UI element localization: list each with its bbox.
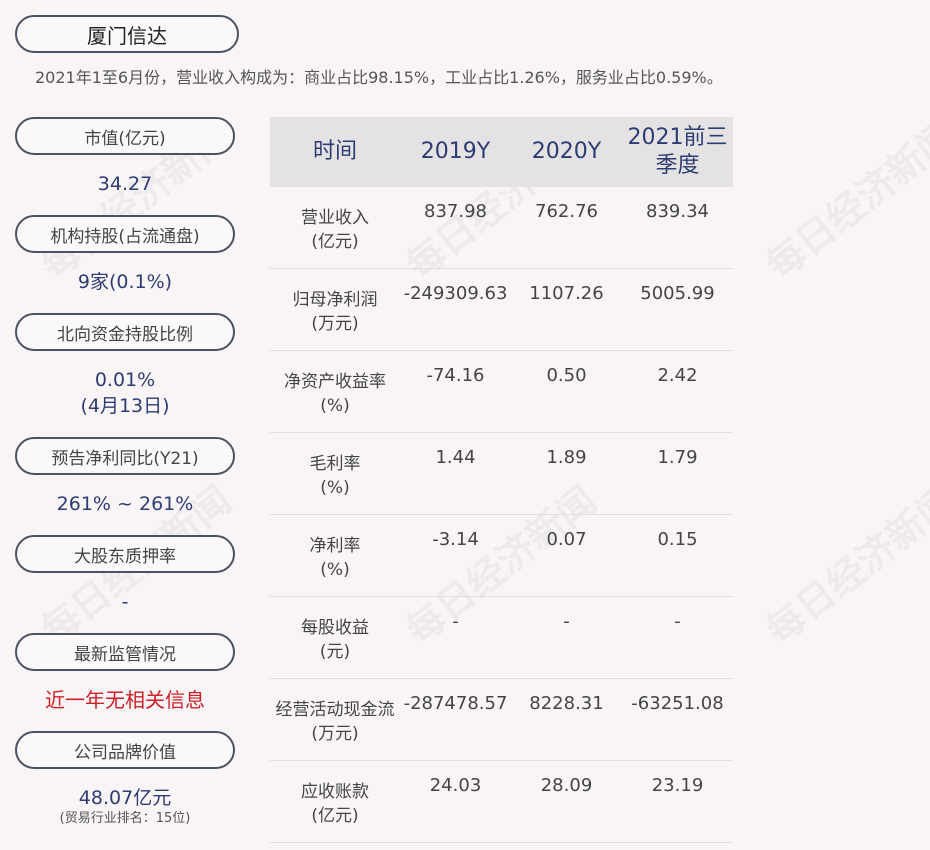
brand-rank-note: (贸易行业排名：15位)	[59, 811, 191, 826]
row-label: 净资产收益率 (%)	[284, 372, 386, 416]
row-label: 营业收入 (亿元)	[301, 208, 369, 252]
market-cap-value: 34.27	[97, 173, 153, 195]
table-cell: 0.50	[546, 365, 587, 386]
northbound-ratio-percent: 0.01%	[94, 369, 156, 391]
table-row: 营业收入 (亿元) 837.98 762.76 839.34	[270, 187, 733, 269]
table-cell: -	[452, 611, 459, 632]
row-label: 归母净利润 (万元)	[292, 290, 378, 334]
table-row: 毛利率 (%) 1.44 1.89 1.79	[270, 433, 733, 515]
table-cell: 8228.31	[529, 693, 604, 714]
table-header: 时间 2019Y 2020Y 2021前三季度	[270, 117, 733, 187]
table-cell: -	[563, 611, 570, 632]
header-time: 时间	[312, 139, 357, 164]
watermark: 每日经济新闻	[757, 477, 930, 653]
table-cell: 5005.99	[640, 283, 715, 304]
row-label: 净利率 (%)	[309, 536, 361, 580]
table-row: 归母净利润 (万元) -249309.63 1107.26 5005.99	[270, 269, 733, 351]
northbound-ratio-label: 北向资金持股比例	[15, 313, 235, 351]
company-title: 厦门信达	[15, 15, 239, 53]
header-2021q3: 2021前三季度	[627, 125, 728, 178]
table-cell: -249309.63	[403, 283, 508, 304]
table-cell: -63251.08	[631, 693, 724, 714]
table-row: 净利率 (%) -3.14 0.07 0.15	[270, 515, 733, 597]
table-cell: -74.16	[426, 365, 485, 386]
table-cell: 0.15	[657, 529, 698, 550]
table-cell: 1.89	[546, 447, 587, 468]
regulation-label: 最新监管情况	[15, 633, 235, 671]
table-cell: 28.09	[540, 775, 593, 796]
table-cell: 0.07	[546, 529, 587, 550]
pledge-ratio-label: 大股东质押率	[15, 535, 235, 573]
row-label: 每股收益 (元)	[301, 618, 369, 662]
row-label: 经营活动现金流 (万元)	[275, 700, 395, 744]
regulation-value: 近一年无相关信息	[45, 688, 205, 712]
northbound-ratio-value: 0.01% (4月13日)	[15, 367, 235, 419]
table-cell: 762.76	[535, 201, 598, 222]
table-cell: 1.44	[435, 447, 476, 468]
table-cell: 1107.26	[529, 283, 604, 304]
row-label: 毛利率 (%)	[309, 454, 361, 498]
table-row: 每股收益 (元) - - -	[270, 597, 733, 679]
table-cell: 23.19	[651, 775, 704, 796]
revenue-summary: 2021年1至6月份，营业收入构成为：商业占比98.15%，工业占比1.26%，…	[35, 68, 723, 87]
brand-value-label: 公司品牌价值	[15, 731, 235, 769]
northbound-ratio-date: (4月13日)	[80, 395, 170, 417]
table-cell: -3.14	[432, 529, 479, 550]
market-cap-label: 市值(亿元)	[15, 117, 235, 155]
brand-value: 48.07亿元 (贸易行业排名：15位)	[15, 785, 235, 827]
profit-forecast-label: 预告净利同比(Y21)	[15, 437, 235, 475]
table-cell: 2.42	[657, 365, 698, 386]
brand-value-amount: 48.07亿元	[78, 787, 172, 809]
table-cell: 839.34	[646, 201, 709, 222]
watermark: 每日经济新闻	[757, 112, 930, 288]
header-2019: 2019Y	[420, 139, 491, 164]
table-cell: -	[674, 611, 681, 632]
institution-holding-label: 机构持股(占流通盘)	[15, 215, 235, 253]
institution-holding-value: 9家(0.1%)	[77, 271, 173, 293]
pledge-ratio-value: -	[121, 591, 129, 613]
row-label: 应收账款 (亿元)	[301, 782, 369, 826]
financial-table: 时间 2019Y 2020Y 2021前三季度 营业收入 (亿元) 837.98 …	[270, 117, 733, 843]
table-row: 应收账款 (亿元) 24.03 28.09 23.19	[270, 761, 733, 843]
table-row: 经营活动现金流 (万元) -287478.57 8228.31 -63251.08	[270, 679, 733, 761]
table-row: 净资产收益率 (%) -74.16 0.50 2.42	[270, 351, 733, 433]
table-cell: -287478.57	[403, 693, 508, 714]
header-2020: 2020Y	[531, 139, 602, 164]
profit-forecast-value: 261% ~ 261%	[56, 493, 194, 515]
table-cell: 24.03	[429, 775, 482, 796]
table-cell: 1.79	[657, 447, 698, 468]
table-cell: 837.98	[424, 201, 487, 222]
